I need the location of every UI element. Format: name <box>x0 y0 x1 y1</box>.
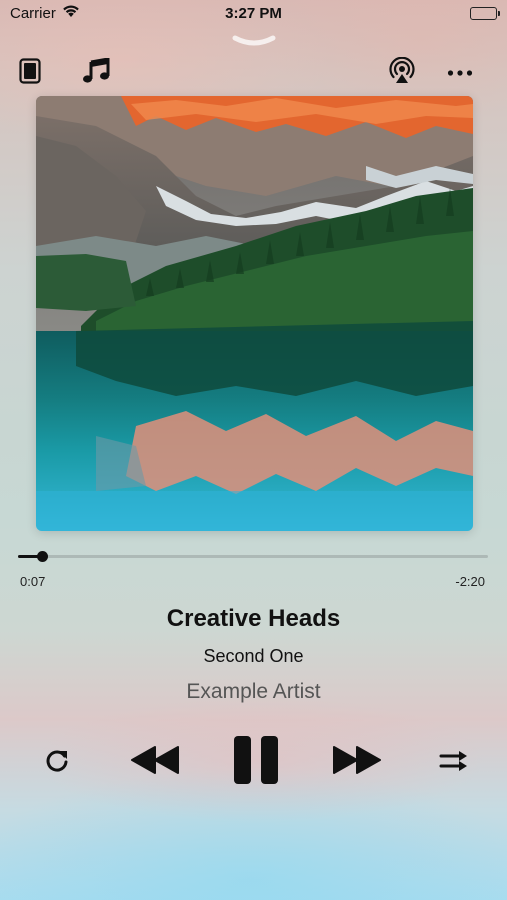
track-album: Second One <box>203 646 304 666</box>
pause-button[interactable] <box>228 734 284 790</box>
elapsed-time: 0:07 <box>20 574 46 589</box>
repeat-icon <box>44 748 70 779</box>
pause-icon <box>232 735 280 790</box>
repeat-button[interactable] <box>40 746 74 780</box>
track-artist[interactable]: Example Artist <box>0 680 507 704</box>
rewind-icon <box>129 745 181 780</box>
remaining-time: -2:20 <box>455 574 485 589</box>
status-time: 3:27 PM <box>225 5 282 22</box>
device-button[interactable] <box>15 57 45 89</box>
sheet-grabber-icon[interactable] <box>232 34 276 52</box>
rewind-button[interactable] <box>127 740 183 784</box>
fast-forward-icon <box>331 745 383 780</box>
more-button[interactable] <box>445 58 475 88</box>
queue-button[interactable] <box>81 56 111 89</box>
device-icon <box>19 57 41 89</box>
airplay-button[interactable] <box>387 56 417 90</box>
shuffle-icon <box>439 749 469 778</box>
music-note-icon <box>82 56 110 89</box>
album-artwork <box>36 96 473 531</box>
airplay-icon <box>388 56 416 90</box>
battery-icon <box>470 7 500 20</box>
shuffle-button[interactable] <box>436 746 472 780</box>
status-bar: Carrier 3:27 PM <box>0 0 507 28</box>
fast-forward-button[interactable] <box>329 740 385 784</box>
progress-slider[interactable] <box>18 551 488 562</box>
more-icon <box>447 64 473 82</box>
progress-knob[interactable] <box>36 551 48 562</box>
track-title: Creative Heads <box>166 605 341 632</box>
